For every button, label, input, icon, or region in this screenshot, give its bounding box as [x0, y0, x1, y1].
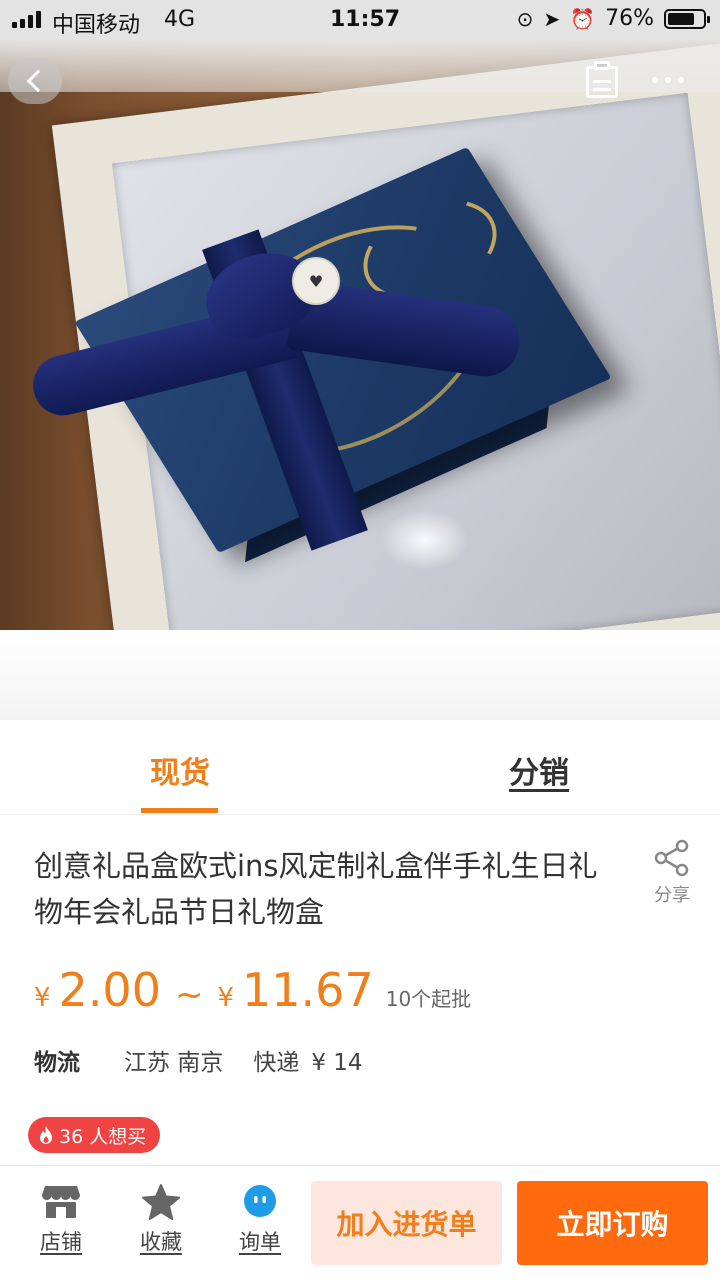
back-button[interactable]	[8, 58, 62, 104]
shop-label: 店铺	[40, 1230, 82, 1254]
carrier-name: 中国移动	[52, 13, 141, 38]
battery-percent: 76%	[605, 6, 654, 31]
more-button[interactable]	[648, 70, 688, 90]
chat-bubble-icon	[244, 1185, 276, 1217]
product-title: 创意礼品盒欧式ins风定制礼盒伴手礼生日礼物年会礼品节日礼物盒	[34, 849, 598, 929]
add-to-cart-button[interactable]: 加入进货单	[311, 1181, 502, 1265]
orientation-lock-icon: ⊙	[516, 6, 534, 31]
logistics-row: 物流 江苏 南京 快递 ¥ 14	[34, 1043, 363, 1077]
logistics-label: 物流	[34, 1050, 80, 1076]
price-max: 11.67	[242, 963, 374, 1017]
shop-button[interactable]: 店铺	[26, 1184, 96, 1256]
price-range: ¥ 2.00 ~ ¥ 11.67 10个起批	[34, 963, 471, 1017]
product-image[interactable]: ♥	[0, 40, 720, 630]
shipping-method: 快递	[253, 1050, 300, 1076]
tab-distribution[interactable]: 分销	[509, 748, 569, 792]
buy-now-button[interactable]: 立即订购	[517, 1181, 708, 1265]
inquiry-button[interactable]: 询单	[225, 1184, 295, 1256]
price-min: 2.00	[58, 963, 161, 1017]
signal-icon	[12, 10, 41, 28]
favorite-label: 收藏	[140, 1230, 182, 1254]
shipping-fee: ¥ 14	[311, 1050, 363, 1076]
currency-symbol: ¥	[217, 983, 235, 1013]
price-separator: ~	[174, 975, 204, 1015]
battery-icon	[664, 8, 710, 29]
status-indicators: ⊙ ➤ ⏰ 76%	[516, 6, 710, 31]
back-icon	[26, 69, 50, 93]
clock: 11:57	[330, 7, 401, 32]
favorite-button[interactable]: 收藏	[126, 1184, 196, 1256]
product-info: 创意礼品盒欧式ins风定制礼盒伴手礼生日礼物年会礼品节日礼物盒 分享 ¥ 2.0…	[0, 815, 720, 1165]
currency-symbol: ¥	[34, 983, 51, 1013]
network-type: 4G	[164, 7, 196, 32]
battery-level-fill	[668, 12, 694, 25]
share-label: 分享	[654, 885, 690, 906]
fire-icon	[40, 1126, 52, 1144]
more-icon	[652, 77, 658, 83]
inquiry-label: 询单	[239, 1230, 281, 1254]
share-icon	[654, 839, 689, 877]
ship-origin: 江苏 南京	[124, 1050, 224, 1076]
light-glare	[380, 510, 470, 570]
store-icon	[42, 1186, 80, 1218]
purchase-mode-tabs: 现货 分销	[0, 720, 720, 815]
heart-tag-icon: ♥	[292, 257, 340, 305]
alarm-icon: ⏰	[570, 6, 596, 31]
location-icon: ➤	[543, 6, 561, 31]
active-tab-indicator	[141, 808, 218, 813]
popularity-text: 36 人想买	[59, 1125, 147, 1148]
popularity-badge: 36 人想买	[28, 1117, 161, 1153]
star-icon	[142, 1184, 180, 1220]
share-button[interactable]: 分享	[650, 839, 694, 907]
clipboard-button[interactable]	[584, 60, 622, 100]
status-bar: 中国移动 4G 11:57 ⊙ ➤ ⏰ 76%	[0, 0, 720, 40]
tab-spot-goods[interactable]: 现货	[150, 748, 210, 792]
image-spacer	[0, 630, 720, 720]
bottom-action-bar: 店铺 收藏 询单 加入进货单 立即订购	[0, 1165, 720, 1280]
minimum-order: 10个起批	[385, 987, 472, 1011]
